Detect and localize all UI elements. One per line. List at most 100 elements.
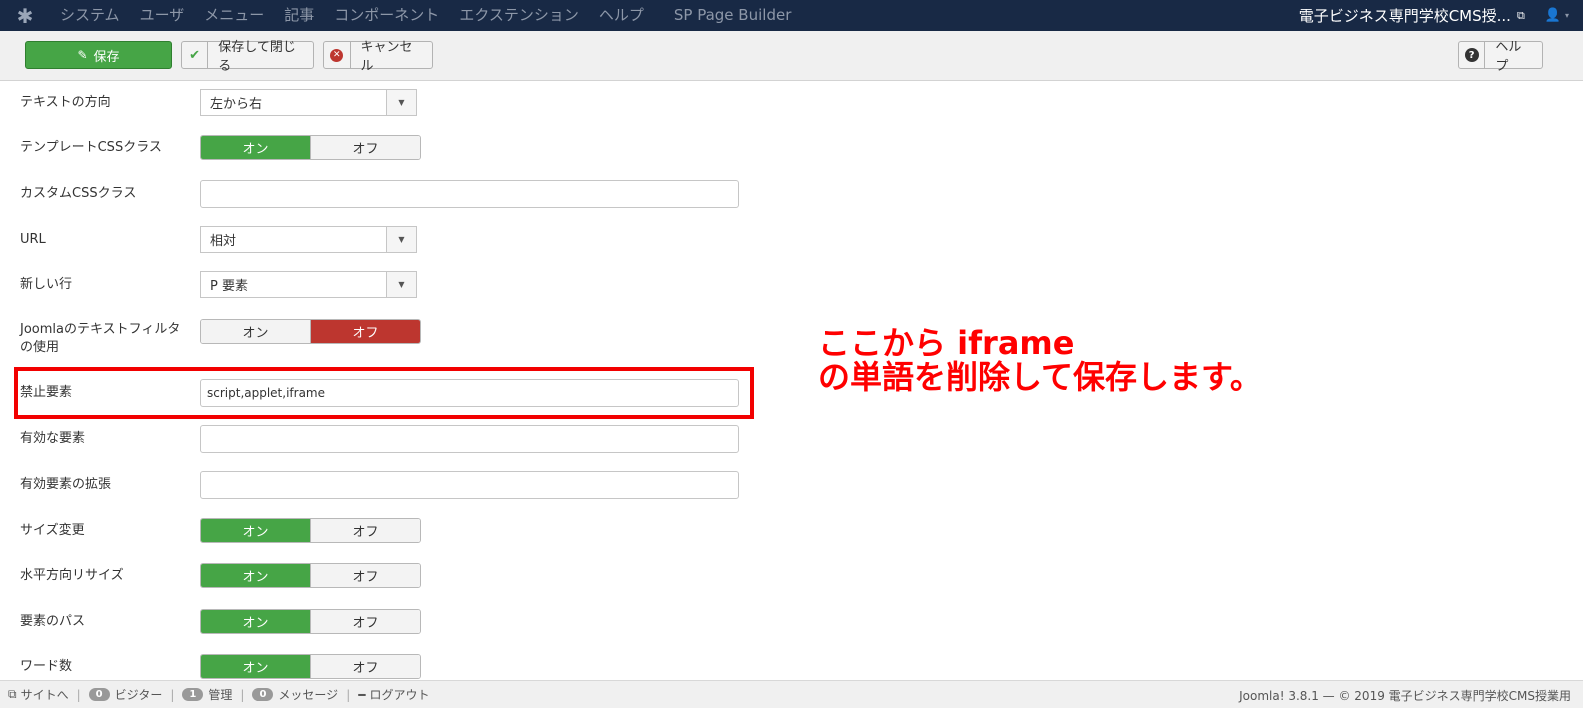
text-direction-row: テキストの方向 左から右 ▼ bbox=[0, 89, 800, 117]
toolbar: ✎ 保存 ✔ 保存して閉じる ✕ キャンセル ? ヘルプ bbox=[0, 31, 1583, 81]
template-css-row: テンプレートCSSクラス オン オフ bbox=[0, 135, 800, 163]
external-link-icon: ⧉ bbox=[8, 687, 17, 701]
help-button[interactable]: ? ヘルプ bbox=[1458, 40, 1543, 74]
annotation-line-1: ここから iframe bbox=[818, 324, 1075, 362]
word-count-off[interactable]: オフ bbox=[310, 655, 420, 678]
cancel-label: キャンセル bbox=[360, 40, 413, 74]
url-label: URL bbox=[20, 232, 46, 247]
site-title-link[interactable]: 電子ビジネス専門学校CMS授... bbox=[1299, 5, 1517, 26]
edit-icon: ✎ bbox=[77, 48, 88, 62]
resize-off[interactable]: オフ bbox=[310, 519, 420, 542]
resize-on[interactable]: オン bbox=[201, 519, 310, 542]
messages-label: メッセージ bbox=[278, 688, 339, 702]
template-css-label: テンプレートCSSクラス bbox=[20, 140, 162, 155]
text-filter-row: Joomlaのテキストフィルタの使用 オン オフ bbox=[0, 319, 800, 359]
question-icon: ? bbox=[1459, 42, 1486, 68]
word-count-toggle: オン オフ bbox=[200, 654, 421, 679]
visitors-count-badge: 0 bbox=[88, 688, 110, 701]
menu-help[interactable]: ヘルプ bbox=[589, 0, 654, 31]
horizontal-resize-label: 水平方向リサイズ bbox=[20, 568, 124, 583]
element-path-off[interactable]: オフ bbox=[310, 610, 420, 633]
user-icon: 👤 bbox=[1544, 8, 1561, 23]
joomla-logo-icon[interactable]: ✱ bbox=[0, 0, 50, 31]
extended-elements-label: 有効要素の拡張 bbox=[20, 477, 112, 492]
status-bar: ⧉ サイトへ | 0 ビジター | 1 管理 | 0 メッセージ | ━ ログア… bbox=[0, 680, 1583, 708]
messages-link[interactable]: 0 メッセージ bbox=[244, 686, 346, 703]
check-icon: ✔ bbox=[182, 42, 209, 68]
template-css-toggle: オン オフ bbox=[200, 135, 421, 160]
admins-link[interactable]: 1 管理 bbox=[174, 686, 240, 703]
caret-down-icon: ▾ bbox=[1564, 11, 1569, 20]
save-button[interactable]: ✎ 保存 bbox=[25, 41, 172, 69]
custom-css-input[interactable] bbox=[200, 180, 739, 208]
visitors-link[interactable]: 0 ビジター bbox=[81, 686, 171, 703]
external-link-icon[interactable]: ⧉ bbox=[1517, 9, 1525, 23]
menu-extensions[interactable]: エクステンション bbox=[449, 0, 589, 31]
word-count-row: ワード数 オン オフ bbox=[0, 654, 800, 680]
valid-elements-row: 有効な要素 bbox=[0, 425, 800, 453]
valid-elements-input[interactable] bbox=[200, 425, 739, 453]
new-line-value: P 要素 bbox=[210, 279, 248, 294]
element-path-toggle: オン オフ bbox=[200, 609, 421, 634]
dropdown-arrow-icon: ▼ bbox=[386, 90, 416, 115]
horizontal-resize-row: 水平方向リサイズ オン オフ bbox=[0, 563, 800, 591]
horizontal-resize-off[interactable]: オフ bbox=[310, 564, 420, 587]
text-filter-off[interactable]: オフ bbox=[310, 320, 420, 343]
visitors-label: ビジター bbox=[114, 688, 163, 702]
navbar-right: 電子ビジネス専門学校CMS授... ⧉ 👤 ▾ bbox=[1299, 0, 1583, 31]
save-close-button[interactable]: ✔ 保存して閉じる bbox=[181, 40, 314, 74]
horizontal-resize-toggle: オン オフ bbox=[200, 563, 421, 588]
text-filter-toggle: オン オフ bbox=[200, 319, 421, 344]
element-path-row: 要素のパス オン オフ bbox=[0, 609, 800, 637]
menu-content[interactable]: 記事 bbox=[274, 0, 324, 31]
menu-system[interactable]: システム bbox=[50, 0, 130, 31]
view-site-label: サイトへ bbox=[20, 688, 69, 702]
user-menu[interactable]: 👤 ▾ bbox=[1545, 8, 1569, 23]
new-line-label: 新しい行 bbox=[20, 277, 73, 292]
cancel-icon: ✕ bbox=[324, 42, 351, 68]
admins-label: 管理 bbox=[208, 688, 233, 702]
top-navbar: ✱ システム ユーザ メニュー 記事 コンポーネント エクステンション ヘルプ … bbox=[0, 0, 1583, 31]
minus-icon: ━ bbox=[358, 687, 366, 702]
messages-count-badge: 0 bbox=[252, 688, 274, 701]
footer-copyright: Joomla! 3.8.1 — © 2019 電子ビジネス専門学校CMS授業用 bbox=[1239, 688, 1571, 703]
text-filter-on[interactable]: オン bbox=[201, 320, 310, 343]
text-direction-label: テキストの方向 bbox=[20, 95, 111, 110]
element-path-on[interactable]: オン bbox=[201, 610, 310, 633]
template-css-on[interactable]: オン bbox=[201, 136, 310, 159]
annotation-text: ここから iframe の単語を削除して保存します。 bbox=[818, 326, 1262, 394]
word-count-label: ワード数 bbox=[20, 659, 73, 674]
save-label: 保存 bbox=[93, 49, 120, 65]
annotation-line-2: の単語を削除して保存します。 bbox=[818, 358, 1262, 396]
help-label: ヘルプ bbox=[1495, 40, 1522, 74]
menu-users[interactable]: ユーザ bbox=[130, 0, 195, 31]
new-line-row: 新しい行 P 要素 ▼ bbox=[0, 271, 800, 299]
url-value: 相対 bbox=[210, 234, 237, 249]
url-select[interactable]: 相対 ▼ bbox=[200, 226, 417, 253]
custom-css-row: カスタムCSSクラス bbox=[0, 180, 800, 208]
text-direction-select[interactable]: 左から右 ▼ bbox=[200, 89, 417, 116]
resize-toggle: オン オフ bbox=[200, 518, 421, 543]
new-line-select[interactable]: P 要素 ▼ bbox=[200, 271, 417, 298]
extended-elements-input[interactable] bbox=[200, 471, 739, 499]
save-close-label: 保存して閉じる bbox=[218, 40, 296, 74]
custom-css-label: カスタムCSSクラス bbox=[20, 186, 137, 201]
menu-menus[interactable]: メニュー bbox=[194, 0, 274, 31]
logout-link[interactable]: ━ ログアウト bbox=[350, 686, 437, 703]
menu-components[interactable]: コンポーネント bbox=[324, 0, 449, 31]
word-count-on[interactable]: オン bbox=[201, 655, 310, 678]
resize-label: サイズ変更 bbox=[20, 523, 85, 538]
menu-sp-page-builder[interactable]: SP Page Builder bbox=[664, 0, 801, 31]
horizontal-resize-on[interactable]: オン bbox=[201, 564, 310, 587]
annotation-highlight-box bbox=[14, 367, 754, 419]
view-site-link[interactable]: ⧉ サイトへ bbox=[0, 686, 77, 703]
main-menu: システム ユーザ メニュー 記事 コンポーネント エクステンション ヘルプ SP… bbox=[50, 0, 801, 31]
element-path-label: 要素のパス bbox=[20, 614, 86, 629]
text-direction-value: 左から右 bbox=[210, 97, 263, 112]
extended-elements-row: 有効要素の拡張 bbox=[0, 471, 800, 499]
template-css-off[interactable]: オフ bbox=[310, 136, 420, 159]
dropdown-arrow-icon: ▼ bbox=[386, 227, 416, 252]
cancel-button[interactable]: ✕ キャンセル bbox=[323, 40, 433, 74]
editor-options-form: テキストの方向 左から右 ▼ テンプレートCSSクラス オン オフ カスタムCS… bbox=[0, 81, 1583, 680]
resize-row: サイズ変更 オン オフ bbox=[0, 518, 800, 546]
